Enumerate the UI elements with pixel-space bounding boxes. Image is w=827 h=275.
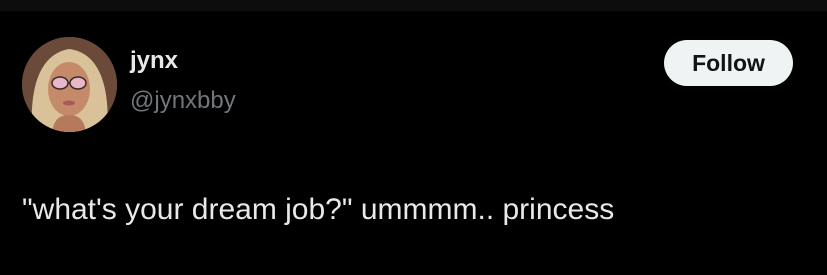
tweet-text: "what's your dream job?" ummmm.. princes… (22, 193, 615, 226)
avatar[interactable] (22, 37, 117, 132)
follow-button[interactable]: Follow (664, 40, 793, 86)
author-display-name[interactable]: jynx (130, 47, 178, 75)
profile-photo-icon (22, 37, 117, 132)
author-handle[interactable]: @jynxbby (130, 87, 236, 115)
top-divider (0, 0, 827, 11)
